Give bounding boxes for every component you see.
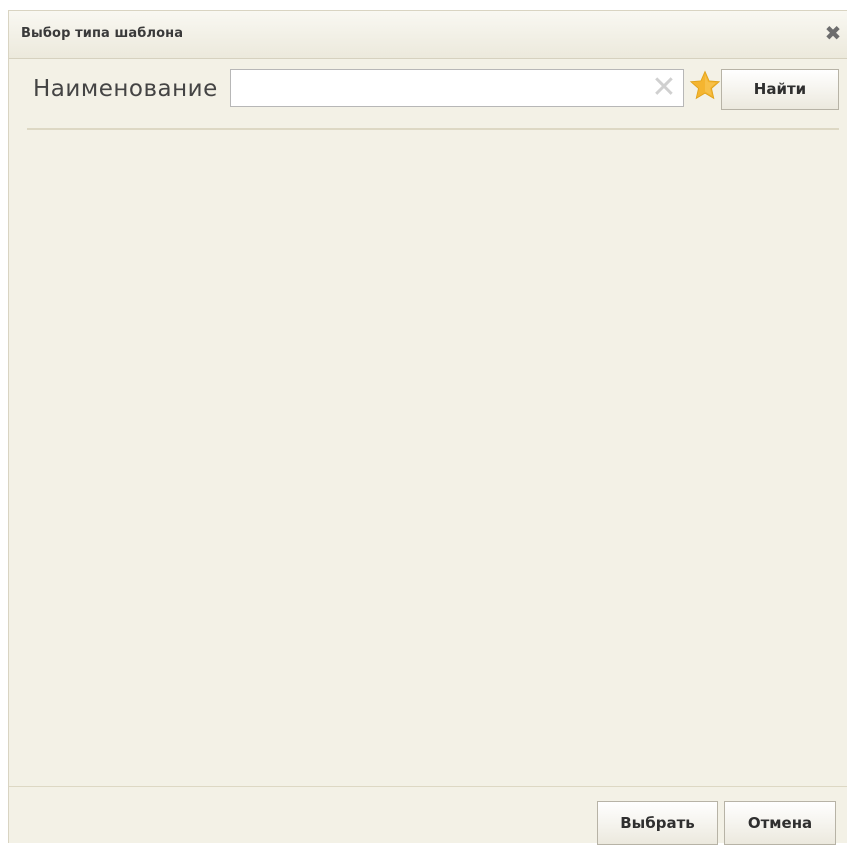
star-icon[interactable] <box>688 68 722 104</box>
search-field-wrapper: ✕ <box>230 69 684 107</box>
select-button[interactable]: Выбрать <box>597 801 718 845</box>
dialog-titlebar: Выбор типа шаблона ✖ <box>9 11 847 59</box>
name-label: Наименование <box>33 76 218 102</box>
search-toolbar: Наименование ✕ Найти <box>9 59 847 131</box>
footer-divider <box>9 786 847 787</box>
clear-icon[interactable]: ✕ <box>649 73 679 103</box>
search-input[interactable] <box>231 70 641 106</box>
find-button[interactable]: Найти <box>721 69 839 110</box>
results-area <box>9 131 847 785</box>
cancel-button[interactable]: Отмена <box>724 801 836 845</box>
toolbar-divider <box>27 128 839 130</box>
dialog-title: Выбор типа шаблона <box>21 26 184 41</box>
template-type-dialog: Выбор типа шаблона ✖ Наименование ✕ Найт… <box>8 10 847 845</box>
close-icon[interactable]: ✖ <box>823 21 843 45</box>
